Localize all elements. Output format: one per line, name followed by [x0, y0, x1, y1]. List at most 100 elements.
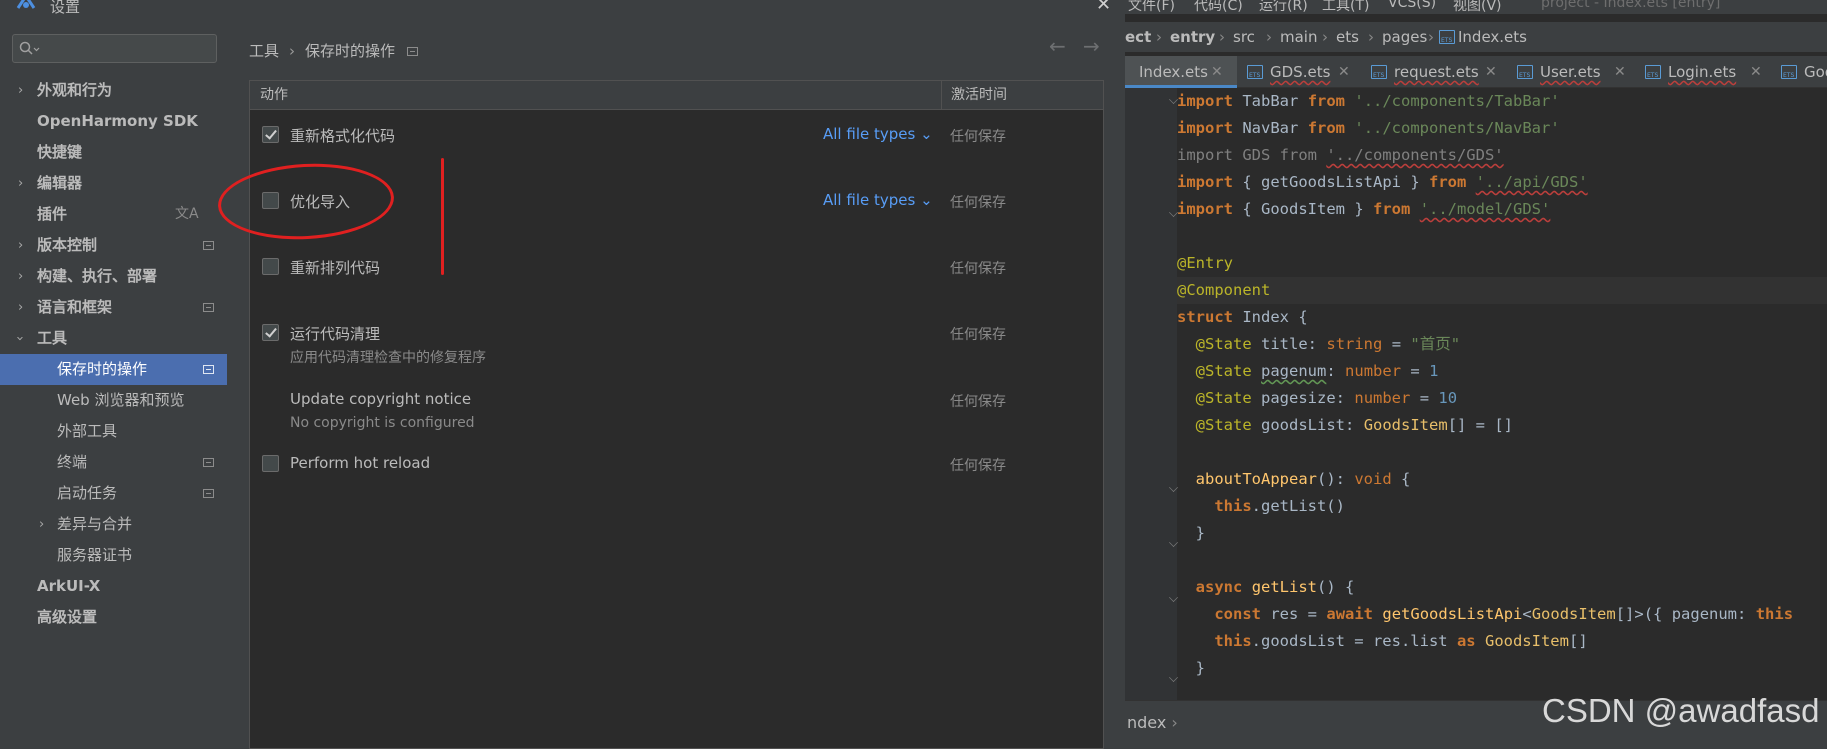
- back-arrow-icon[interactable]: ←: [1049, 34, 1066, 58]
- nav-crumb[interactable]: src: [1233, 22, 1255, 52]
- sidebar-item-version-control[interactable]: › 版本控制: [0, 230, 227, 261]
- screenshot-root: 设置 ✕ › 外观和行为 OpenHarmony SDK 快捷键 › 编辑器 插…: [0, 0, 1827, 749]
- code-line: import { GoodsItem } from '../model/GDS': [1177, 200, 1551, 218]
- row-description: 应用代码清理检查中的修复程序: [290, 350, 486, 366]
- hot-reload-checkbox[interactable]: [262, 455, 279, 472]
- watermark: CSDN @awadfasd: [1542, 692, 1820, 729]
- settings-search-input[interactable]: [12, 34, 217, 63]
- code-line: import NavBar from '../components/NavBar…: [1177, 119, 1560, 137]
- row-label[interactable]: Update copyright notice: [290, 390, 471, 408]
- code-line: @State pagenum: number = 1: [1195, 362, 1439, 380]
- file-types-label: All file types: [823, 191, 916, 209]
- menu-tools[interactable]: 工具(T): [1322, 0, 1369, 14]
- trigger-text: 任何保存: [950, 261, 1006, 277]
- chevron-down-icon: ⌄: [920, 125, 933, 143]
- sidebar-item-editor[interactable]: › 编辑器: [0, 168, 227, 199]
- sidebar-item-plugins[interactable]: 插件 文A: [0, 199, 227, 230]
- status-crumb-label: ndex: [1127, 713, 1167, 732]
- reformat-code-checkbox[interactable]: [262, 126, 279, 143]
- trigger-text: 任何保存: [950, 394, 1006, 410]
- file-types-dropdown[interactable]: All file types ⌄: [823, 125, 933, 143]
- sidebar-item-openharmony-sdk[interactable]: OpenHarmony SDK: [0, 106, 227, 137]
- nav-separator: ›: [1368, 28, 1374, 46]
- sidebar-item-advanced-settings[interactable]: 高级设置: [0, 602, 227, 633]
- close-icon[interactable]: ✕: [1211, 56, 1223, 88]
- close-icon[interactable]: ✕: [1750, 56, 1762, 88]
- sidebar-item-actions-on-save[interactable]: 保存时的操作: [0, 354, 227, 385]
- menu-run[interactable]: 运行(R): [1259, 0, 1308, 14]
- sidebar-item-label: 高级设置: [37, 608, 98, 626]
- tab-goods-ets[interactable]: Good: [1771, 56, 1827, 88]
- sidebar-item-languages[interactable]: › 语言和框架: [0, 292, 227, 323]
- code-line: this.getList(): [1214, 497, 1345, 515]
- sidebar-item-keymap[interactable]: 快捷键: [0, 137, 227, 168]
- menu-file[interactable]: 文件(F): [1128, 0, 1175, 14]
- editor-tabs: Index.ets ✕ GDS.ets ✕ request.ets ✕ User…: [1125, 56, 1827, 88]
- menu-code[interactable]: 代码(C): [1194, 0, 1243, 14]
- row-label: Perform hot reload: [290, 454, 431, 472]
- tab-index-ets[interactable]: Index.ets ✕: [1125, 56, 1237, 88]
- file-types-dropdown[interactable]: All file types ⌄: [823, 191, 933, 209]
- close-icon[interactable]: ✕: [1614, 56, 1626, 88]
- tab-gds-ets[interactable]: GDS.ets ✕: [1237, 56, 1361, 88]
- tab-request-ets[interactable]: request.ets ✕: [1361, 56, 1507, 88]
- sidebar-item-appearance[interactable]: › 外观和行为: [0, 75, 227, 106]
- breadcrumb-current: 保存时的操作: [305, 42, 396, 60]
- trigger-text: 任何保存: [950, 458, 1006, 474]
- sidebar-item-startup-tasks[interactable]: 启动任务: [0, 478, 227, 509]
- nav-separator: ›: [1266, 28, 1272, 46]
- search-icon: [19, 41, 40, 55]
- code-line: @State title: string = "首页": [1195, 335, 1461, 353]
- chevron-right-icon: ›: [18, 238, 24, 253]
- chevron-down-icon: ⌄: [920, 191, 933, 209]
- chevron-right-icon: ›: [39, 517, 45, 532]
- nav-crumb[interactable]: entry: [1170, 22, 1215, 52]
- close-icon[interactable]: ✕: [1096, 0, 1111, 15]
- file-types-label: All file types: [823, 125, 916, 143]
- sidebar-item-tools[interactable]: › 工具: [0, 323, 227, 354]
- sidebar-item-web-browsers[interactable]: Web 浏览器和预览: [0, 385, 227, 416]
- sidebar-item-build[interactable]: › 构建、执行、部署: [0, 261, 227, 292]
- nav-crumb[interactable]: pages: [1382, 22, 1427, 52]
- sidebar-item-label: 构建、执行、部署: [37, 267, 158, 285]
- breadcrumb: 工具 › 保存时的操作: [249, 40, 419, 61]
- nav-crumb[interactable]: ect: [1125, 22, 1151, 52]
- breadcrumb-parent[interactable]: 工具: [249, 42, 279, 60]
- translate-icon: 文A: [175, 206, 199, 222]
- sidebar-item-label: 插件: [37, 205, 68, 223]
- code-line: @State goodsList: GoodsItem[] = []: [1195, 416, 1514, 434]
- chevron-down-icon: ›: [12, 335, 28, 342]
- rearrange-code-checkbox[interactable]: [262, 258, 279, 275]
- code-line: import GDS from '../components/GDS': [1177, 146, 1504, 164]
- code-line: aboutToAppear(): void {: [1195, 470, 1411, 488]
- sidebar-item-diff-merge[interactable]: › 差异与合并: [0, 509, 227, 540]
- nav-crumb[interactable]: ets: [1336, 22, 1359, 52]
- code-area[interactable]: import TabBar from '../components/TabBar…: [1177, 88, 1827, 700]
- nav-crumb[interactable]: Index.ets: [1458, 22, 1527, 52]
- ets-file-icon: [1439, 30, 1455, 44]
- tab-user-ets[interactable]: User.ets ✕: [1507, 56, 1635, 88]
- status-breadcrumb[interactable]: ndex ›: [1127, 713, 1178, 732]
- nav-crumb[interactable]: main: [1280, 22, 1317, 52]
- tab-label: User.ets: [1540, 63, 1601, 81]
- menu-vcs[interactable]: VCS(S): [1388, 0, 1436, 11]
- settings-content: 工具 › 保存时的操作 ← → 动作 激活时间 重新格式化代码 All file t…: [227, 20, 1125, 749]
- tab-label: GDS.ets: [1270, 63, 1331, 81]
- sidebar-item-external-tools[interactable]: 外部工具: [0, 416, 227, 447]
- close-icon[interactable]: ✕: [1485, 56, 1497, 88]
- close-icon[interactable]: ✕: [1338, 56, 1350, 88]
- sidebar-item-arkui-x[interactable]: ArkUI-X: [0, 571, 227, 602]
- row-label: 重新排列代码: [290, 259, 381, 277]
- run-code-cleanup-checkbox[interactable]: [262, 324, 279, 341]
- row-label: 重新格式化代码: [290, 127, 396, 145]
- code-line: import { getGoodsListApi } from '../api/…: [1177, 173, 1588, 191]
- sidebar-item-label: 服务器证书: [57, 546, 133, 564]
- breadcrumb-separator: ›: [289, 42, 296, 60]
- forward-arrow-icon[interactable]: →: [1083, 34, 1100, 58]
- sidebar-item-server-certificates[interactable]: 服务器证书: [0, 540, 227, 571]
- annotation-line: [441, 158, 444, 275]
- nav-separator: ›: [1428, 28, 1434, 46]
- tab-login-ets[interactable]: Login.ets ✕: [1635, 56, 1771, 88]
- sidebar-item-terminal[interactable]: 终端: [0, 447, 227, 478]
- menu-view[interactable]: 视图(V): [1453, 0, 1502, 14]
